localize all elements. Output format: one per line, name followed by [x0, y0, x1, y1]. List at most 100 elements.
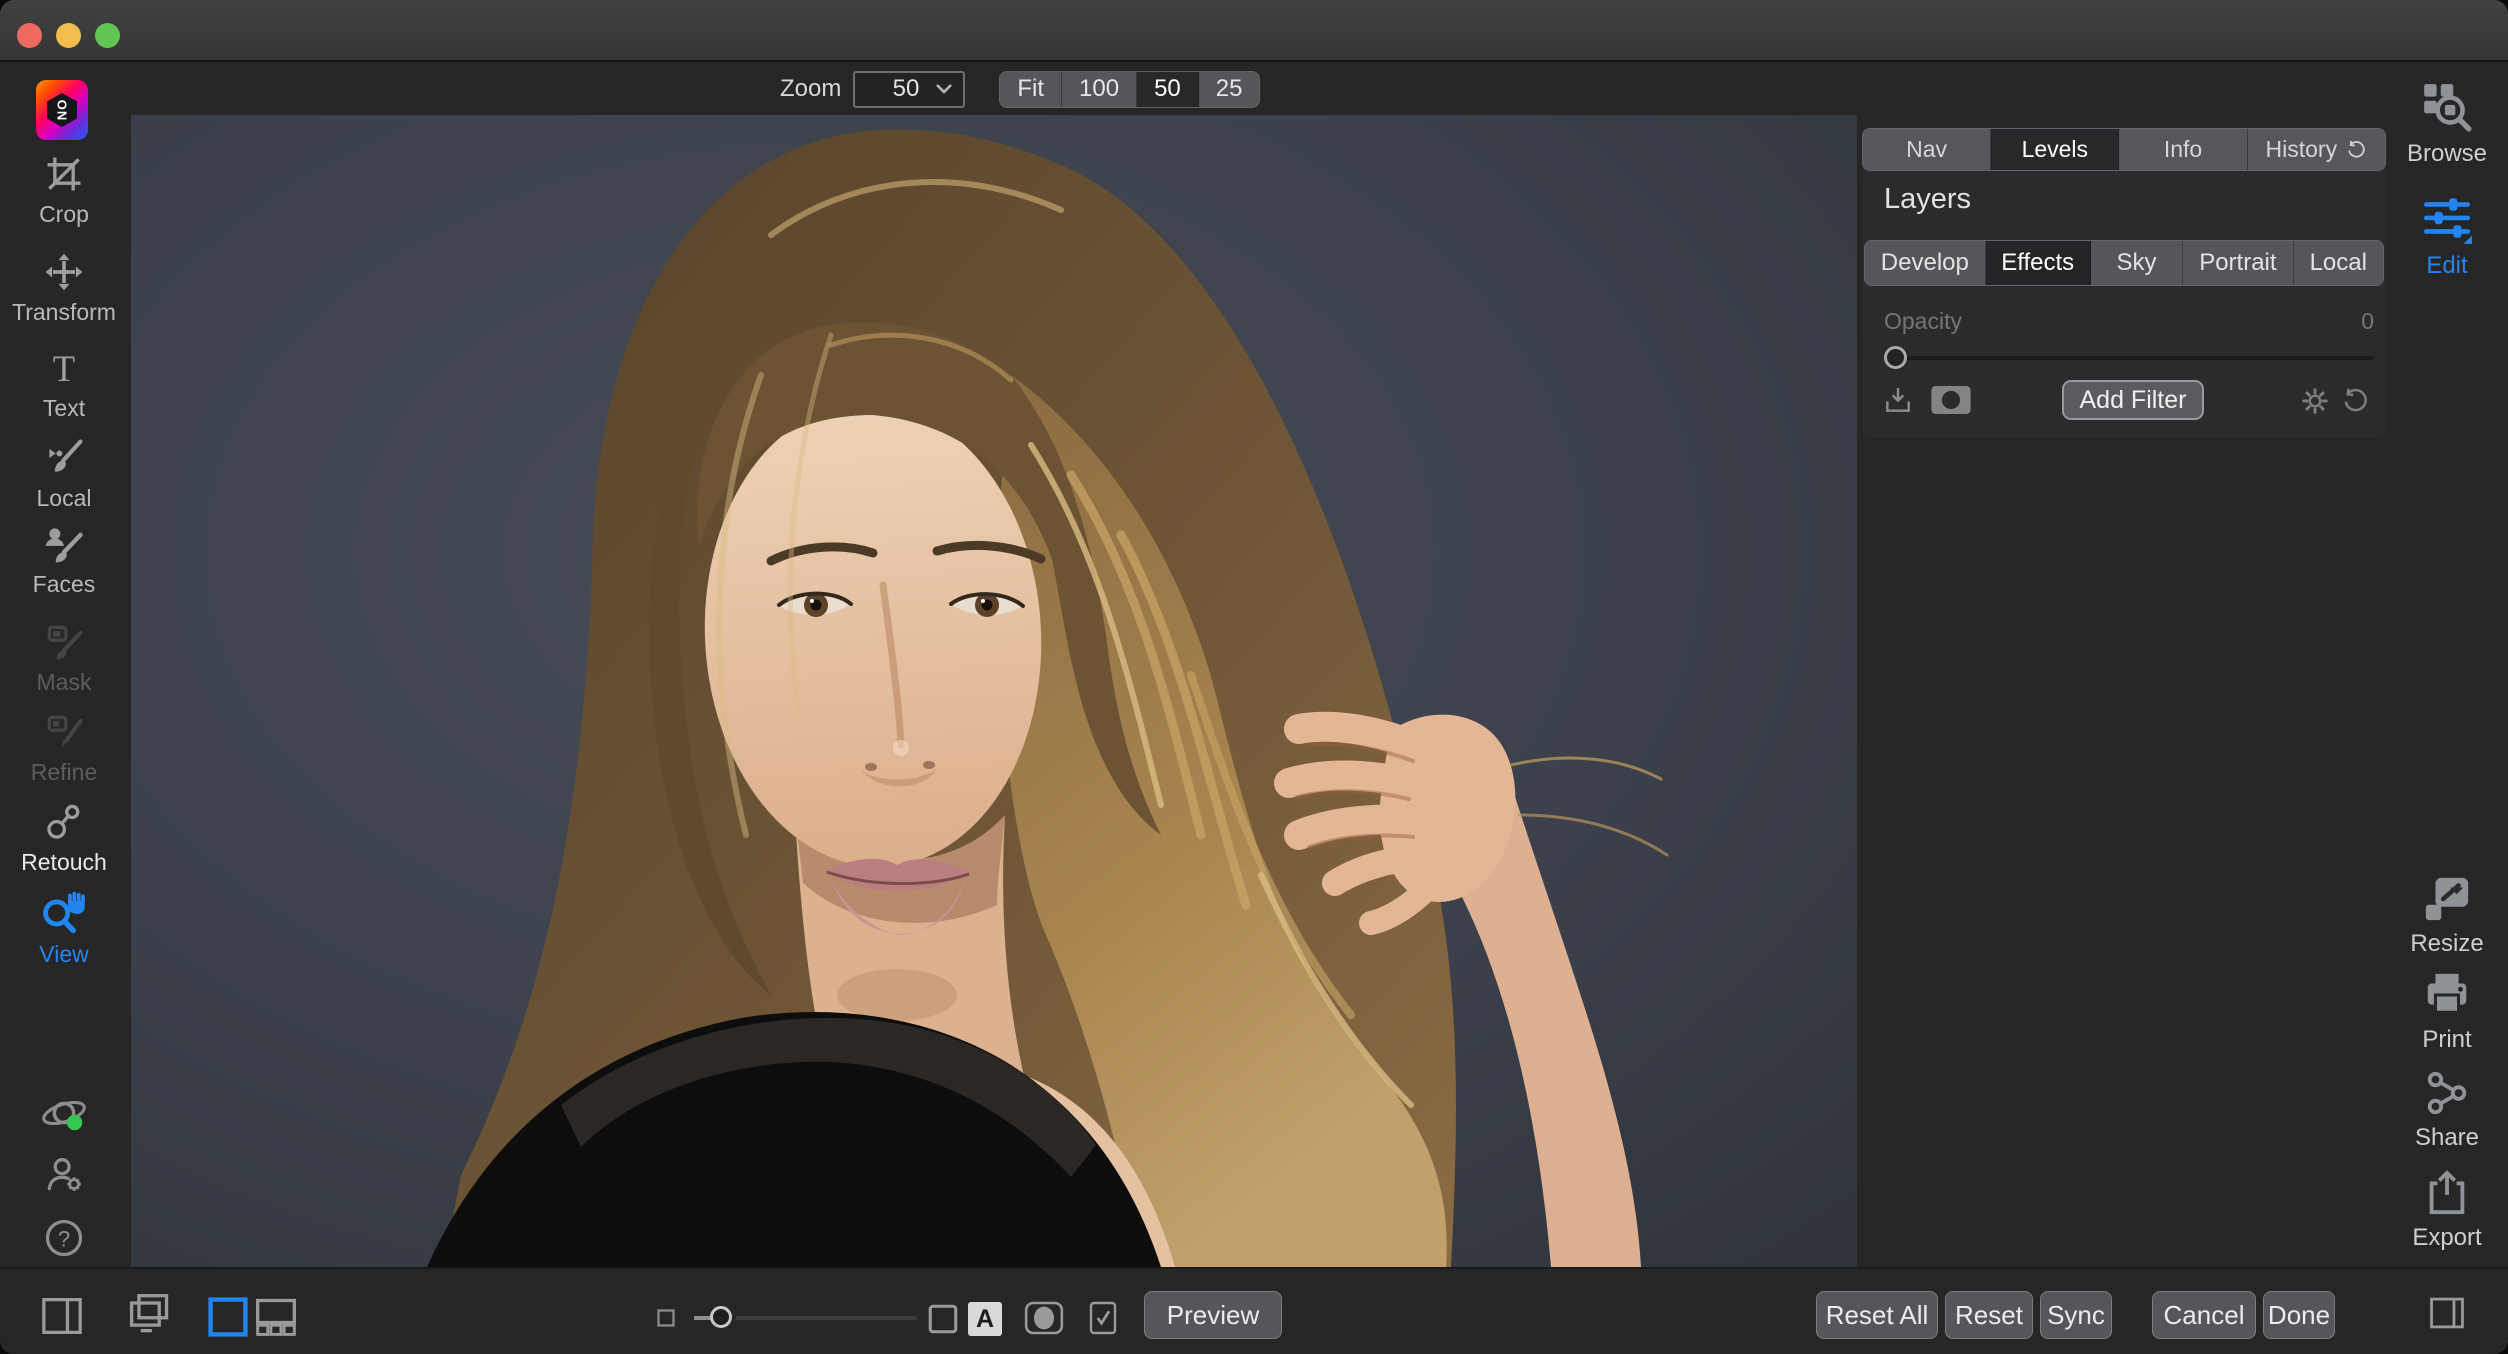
opacity-value: 0 [2361, 308, 2374, 335]
tool-local[interactable]: Local [0, 436, 128, 512]
portrait-photo [131, 115, 1857, 1267]
local-icon [42, 436, 86, 480]
filter-tab-portrait[interactable]: Portrait [2183, 241, 2293, 285]
tab-history[interactable]: History [2248, 129, 2385, 170]
preview-size-small-icon [656, 1308, 676, 1328]
tool-text[interactable]: T Text [0, 346, 128, 422]
original-view-icon[interactable] [926, 1302, 960, 1336]
text-icon: T [42, 346, 86, 390]
on1-logo: ON [36, 80, 88, 140]
filter-tab-local[interactable]: Local [2294, 241, 2383, 285]
preview-button[interactable]: Preview [1144, 1291, 1282, 1339]
tool-retouch[interactable]: Retouch [0, 800, 128, 876]
filter-category-tabs: Develop Effects Sky Portrait Local [1864, 240, 2384, 286]
tool-faces-label: Faces [33, 571, 96, 598]
on1-logo-hexagon: ON [47, 93, 77, 127]
dual-display-icon[interactable] [126, 1292, 174, 1338]
opacity-slider[interactable] [1884, 346, 2374, 370]
zoom-preset-100[interactable]: 100 [1062, 72, 1137, 107]
tool-local-label: Local [37, 485, 92, 512]
tool-crop[interactable]: Crop [0, 152, 128, 228]
tool-text-label: Text [43, 395, 85, 422]
import-preset-icon[interactable] [1882, 384, 1914, 416]
account-button[interactable] [0, 1152, 128, 1196]
filter-tab-effects[interactable]: Effects [1986, 241, 2091, 285]
module-share[interactable]: Share [2386, 1068, 2508, 1152]
zoom-level-dropdown[interactable]: 50 [853, 71, 965, 108]
faces-icon [42, 522, 86, 566]
compare-original-icon[interactable]: A [968, 1302, 1002, 1336]
chevron-down-icon [935, 83, 953, 95]
tab-info[interactable]: Info [2119, 129, 2247, 170]
soft-proof-icon[interactable] [1086, 1300, 1120, 1336]
module-share-label: Share [2415, 1124, 2479, 1152]
minimize-button[interactable] [56, 23, 81, 48]
tab-levels[interactable]: Levels [1991, 129, 2119, 170]
resize-icon [2422, 874, 2472, 924]
show-mask-icon[interactable] [1024, 1300, 1064, 1336]
module-print-label: Print [2422, 1026, 2471, 1054]
reset-all-button[interactable]: Reset All [1816, 1291, 1938, 1339]
zoom-preset-fit[interactable]: Fit [1000, 72, 1062, 107]
opacity-slider-track [1884, 356, 2374, 360]
tab-nav[interactable]: Nav [1863, 129, 1991, 170]
close-button[interactable] [17, 23, 42, 48]
module-browse-label: Browse [2407, 140, 2487, 168]
panel-right-icon[interactable] [2428, 1296, 2466, 1330]
zoom-value: 50 [893, 75, 920, 103]
sync-status-button[interactable] [0, 1088, 128, 1138]
titlebar [0, 0, 2508, 62]
tool-view[interactable]: View [0, 890, 128, 968]
tool-transform-label: Transform [12, 299, 116, 326]
opacity-slider-handle[interactable] [1884, 346, 1907, 369]
add-filter-button[interactable]: Add Filter [2062, 380, 2204, 420]
tool-mask-label: Mask [37, 669, 92, 696]
svg-text:T: T [53, 348, 75, 389]
gear-icon[interactable] [2300, 386, 2330, 416]
undo-icon [2345, 139, 2367, 161]
mask-thumbnail-icon[interactable] [1930, 384, 1972, 416]
tool-refine[interactable]: Refine [0, 710, 128, 786]
sync-button[interactable]: Sync [2040, 1291, 2112, 1339]
crop-icon [42, 152, 86, 196]
export-icon [2422, 1168, 2472, 1218]
reset-filter-icon[interactable] [2340, 386, 2370, 416]
module-browse[interactable]: Browse [2386, 80, 2508, 168]
reset-button[interactable]: Reset [1945, 1291, 2033, 1339]
app-window: ON Zoom 50 Fit 100 50 25 Crop Trans [0, 0, 2508, 1354]
filter-tab-sky[interactable]: Sky [2091, 241, 2184, 285]
zoom-preset-25[interactable]: 25 [1199, 72, 1260, 107]
done-button[interactable]: Done [2263, 1291, 2335, 1339]
on1-logo-text: ON [55, 99, 70, 121]
module-print[interactable]: Print [2386, 970, 2508, 1054]
account-icon [42, 1152, 86, 1196]
panel-left-icon[interactable] [40, 1296, 84, 1336]
panel-tabs: Nav Levels Info History [1862, 128, 2386, 171]
module-edit[interactable]: Edit [2386, 192, 2508, 280]
fullscreen-button[interactable] [95, 23, 120, 48]
help-button[interactable]: ? [0, 1216, 128, 1260]
module-export[interactable]: Export [2386, 1168, 2508, 1252]
refine-icon [42, 710, 86, 754]
tool-mask[interactable]: Mask [0, 620, 128, 696]
filter-tab-develop[interactable]: Develop [1865, 241, 1986, 285]
tab-history-label: History [2266, 136, 2338, 163]
filmstrip-view-icon[interactable] [254, 1295, 298, 1339]
module-edit-label: Edit [2426, 252, 2467, 280]
tool-transform[interactable]: Transform [0, 250, 128, 326]
tool-faces[interactable]: Faces [0, 522, 128, 598]
zoom-presets: Fit 100 50 25 [999, 71, 1260, 108]
module-resize[interactable]: Resize [2386, 874, 2508, 958]
zoom-preset-50[interactable]: 50 [1137, 72, 1199, 107]
transform-icon [42, 250, 86, 294]
tool-crop-label: Crop [39, 201, 89, 228]
filter-actions-row: Add Filter [1862, 380, 2386, 422]
zoom-label: Zoom [780, 75, 841, 103]
preview-slider-track-right [736, 1316, 917, 1320]
svg-text:?: ? [58, 1226, 70, 1251]
single-view-icon[interactable] [206, 1295, 250, 1339]
preview-slider-handle[interactable] [710, 1306, 732, 1328]
cancel-button[interactable]: Cancel [2152, 1291, 2256, 1339]
module-resize-label: Resize [2410, 930, 2483, 958]
photo-canvas[interactable] [131, 115, 1857, 1267]
